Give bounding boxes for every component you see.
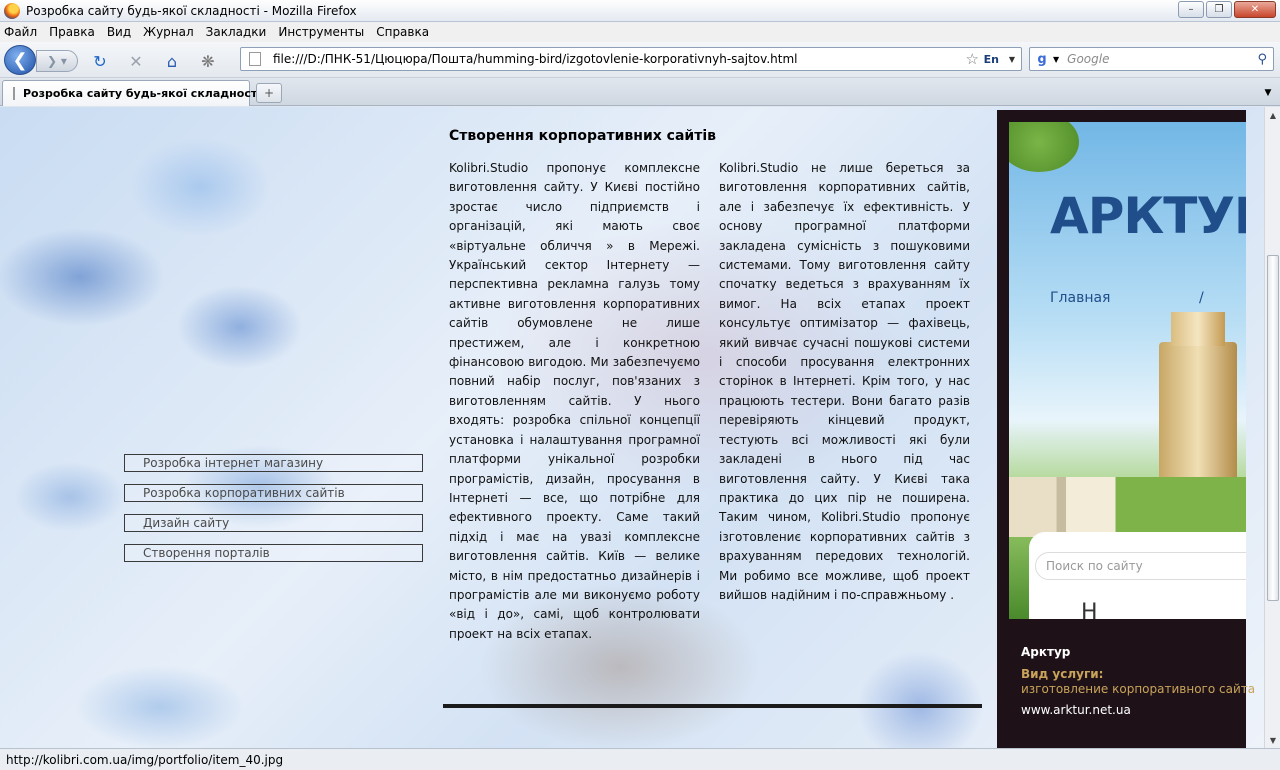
article-column-1: Kolibri.Studio пропонує комплексне вигот… (449, 161, 700, 641)
portfolio-name: Арктур (1021, 645, 1071, 659)
tree-graphic (1009, 122, 1079, 172)
page-heading: Створення корпоративних сайтів (449, 128, 716, 144)
language-badge[interactable]: En (984, 53, 999, 66)
tab-list-icon[interactable]: ▼ (1260, 84, 1276, 102)
article-column-2: Kolibri.Studio не лише береться за вигот… (719, 161, 970, 602)
portfolio-service-label: Вид услуги: (1021, 667, 1104, 681)
nav-link-site-design[interactable]: Дизайн сайту (124, 514, 423, 532)
status-text: http://kolibri.com.ua/img/portfolio/item… (6, 752, 284, 767)
back-arrow-icon[interactable]: ❮ (4, 45, 36, 75)
screenshot-search-box: Поиск по сайту (1035, 552, 1246, 580)
search-input[interactable]: Google (1067, 52, 1109, 66)
window-controls: – ❐ ✕ (1178, 1, 1276, 18)
url-bar[interactable]: file:///D:/ПНК-51/Цюцюра/Пошта/humming-b… (240, 47, 1022, 71)
nav-link-portals[interactable]: Створення порталів (124, 544, 423, 562)
minimize-icon[interactable]: – (1178, 1, 1204, 18)
nav-link-corporate-sites[interactable]: Розробка корпоративних сайтів (124, 484, 423, 502)
vertical-scrollbar[interactable]: ▲ ▼ (1264, 107, 1280, 748)
tab-bar: Розробка сайту будь-якої складності + ▼ (0, 78, 1280, 106)
scroll-up-icon[interactable]: ▲ (1265, 107, 1280, 123)
screenshot-partial-text: Н (1081, 600, 1098, 619)
addon-icon[interactable]: ❋ (198, 51, 218, 71)
menu-history[interactable]: Журнал (143, 25, 194, 39)
bookmark-star-icon[interactable]: ☆ (966, 50, 979, 68)
search-engine-dropdown-icon[interactable]: ▼ (1053, 55, 1059, 64)
menu-help[interactable]: Справка (376, 25, 429, 39)
portfolio-screenshot[interactable]: АРКТУР Главная / Поиск по сайту Н (1009, 122, 1246, 619)
forward-arrow-icon[interactable]: ❯ ▾ (36, 50, 78, 72)
menu-edit[interactable]: Правка (49, 25, 95, 39)
tab-active[interactable]: Розробка сайту будь-якої складності (2, 80, 261, 106)
close-icon[interactable]: ✕ (1234, 1, 1276, 18)
tab-page-icon (13, 87, 15, 100)
maximize-icon[interactable]: ❐ (1206, 1, 1232, 18)
tab-label: Розробка сайту будь-якої складності (23, 87, 261, 100)
arktur-logo: АРКТУР (1050, 187, 1246, 245)
houses-graphic (1009, 477, 1246, 537)
nav-link-online-store[interactable]: Розробка інтернет магазину (124, 454, 423, 472)
window-title: Розробка сайту будь-якої складності - Mo… (26, 3, 357, 18)
status-bar: http://kolibri.com.ua/img/portfolio/item… (0, 748, 1280, 770)
menu-bookmarks[interactable]: Закладки (206, 25, 267, 39)
page-icon (249, 52, 261, 66)
scroll-down-icon[interactable]: ▼ (1265, 732, 1280, 748)
content-divider (443, 704, 982, 708)
scroll-thumb[interactable] (1267, 255, 1279, 601)
page-content: Створення корпоративних сайтів Kolibri.S… (0, 107, 1264, 748)
new-tab-icon[interactable]: + (256, 83, 282, 103)
portfolio-panel: АРКТУР Главная / Поиск по сайту Н Арктур… (997, 110, 1255, 748)
menu-view[interactable]: Вид (107, 25, 131, 39)
portfolio-url[interactable]: www.arktur.net.ua (1021, 703, 1131, 717)
menu-file[interactable]: Файл (4, 25, 37, 39)
url-dropdown-icon[interactable]: ▼ (1009, 55, 1015, 64)
search-bar[interactable]: g ▼ Google ⚲ (1029, 47, 1274, 71)
firefox-icon (4, 2, 20, 19)
url-text: file:///D:/ПНК-51/Цюцюра/Пошта/humming-b… (273, 52, 798, 66)
screenshot-menu-separator: / (1199, 290, 1204, 306)
stop-icon[interactable]: ✕ (126, 51, 146, 71)
reload-icon[interactable]: ↻ (90, 51, 110, 71)
screenshot-menu-home: Главная (1050, 290, 1111, 306)
home-icon[interactable]: ⌂ (162, 51, 182, 71)
menu-tools[interactable]: Инструменты (278, 25, 364, 39)
window-titlebar: Розробка сайту будь-якої складності - Mo… (0, 0, 1280, 22)
menu-bar: Файл Правка Вид Журнал Закладки Инструме… (0, 22, 1280, 42)
google-g-icon[interactable]: g (1033, 51, 1051, 67)
portfolio-service: изготовление корпоративного сайта (1021, 682, 1256, 696)
search-icon[interactable]: ⚲ (1257, 52, 1267, 67)
services-nav: Розробка інтернет магазину Розробка корп… (124, 454, 423, 574)
